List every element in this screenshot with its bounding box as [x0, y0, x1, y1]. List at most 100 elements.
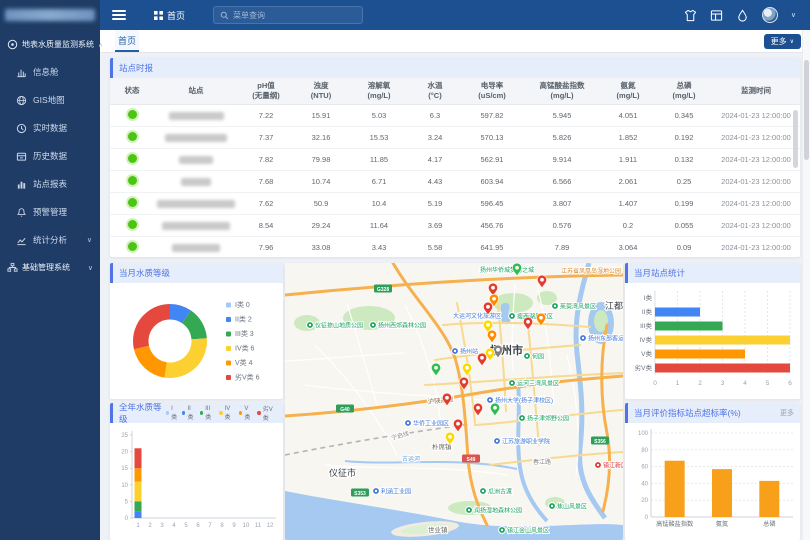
sidebar-item-0-4[interactable]: 站点报表	[0, 170, 100, 198]
donut-slice-IV类[interactable]	[164, 338, 207, 378]
monitor-time: 2024-01-23 12:00:00	[712, 215, 800, 237]
map-poi[interactable]: 镇江金山风景区	[499, 527, 549, 535]
status-dot-normal	[128, 198, 137, 207]
sidebar-item-0-6[interactable]: 统计分析∨	[0, 226, 100, 254]
map-poi[interactable]: 运河三湾风景区	[509, 380, 559, 388]
measurement-value: 7.82	[238, 149, 294, 171]
menu-toggle-icon[interactable]	[112, 10, 126, 20]
exceed-bar-氨氮[interactable]	[712, 469, 732, 517]
station-table: 状态站点pH值(无量纲)浊度(NTU)溶解氧(mg/L)水温(°C)电导率(uS…	[110, 78, 800, 257]
map-poi[interactable]: 镇江新区产业园区	[595, 462, 623, 470]
panel-more-link[interactable]: 更多	[780, 408, 794, 418]
map-poi[interactable]: 何园	[524, 353, 544, 361]
legend-label[interactable]: III类 3	[235, 329, 254, 338]
svg-text:3: 3	[160, 523, 164, 529]
legend-label[interactable]: IV类 6	[235, 344, 255, 353]
monitor-time: 2024-01-23 12:00:00	[712, 127, 800, 149]
caret-down-icon: ∨	[790, 38, 794, 45]
station-name-redacted	[165, 134, 227, 142]
stack-seg-V类[interactable]	[135, 468, 142, 481]
svg-text:1: 1	[136, 523, 140, 529]
donut-slice-V类[interactable]	[134, 346, 167, 378]
monitor-time: 2024-01-23 12:00:00	[712, 193, 800, 215]
map-poi[interactable]: 仪征捺山地质公园	[307, 322, 363, 330]
map-poi[interactable]: 润扬湿地森林公园	[466, 507, 522, 515]
stack-seg-III类[interactable]	[135, 501, 142, 511]
alert-icon	[16, 207, 27, 218]
column-header: 氨氮(mg/L)	[600, 78, 656, 105]
sidebar-group-1[interactable]: 基础管理系统∨	[0, 254, 100, 281]
table-row[interactable]: 7.3732.1615.533.24570.135.8261.8520.1922…	[110, 127, 800, 149]
station-name-redacted	[172, 244, 220, 252]
table-row[interactable]: 7.6810.746.714.43603.946.5662.0610.25202…	[110, 171, 800, 193]
sidebar-group-0[interactable]: 地表水质量监测系统∧	[0, 31, 100, 58]
tabbar: 首页	[100, 30, 810, 53]
svg-text:4: 4	[743, 380, 747, 387]
sidebar-item-0-1[interactable]: GIS地图	[0, 86, 100, 114]
measurement-value: 9.914	[524, 149, 600, 171]
layout-icon[interactable]	[710, 9, 723, 22]
svg-text:0: 0	[645, 515, 649, 521]
poi-label: 扬州大学(扬子津校区)	[495, 397, 553, 405]
stack-seg-劣V类[interactable]	[135, 448, 142, 468]
hbar-V类[interactable]	[655, 350, 745, 359]
table-scrollbar[interactable]	[793, 110, 798, 168]
svg-text:0: 0	[125, 516, 129, 522]
measurement-value: 3.807	[524, 193, 600, 215]
measurement-value: 1.407	[600, 193, 656, 215]
monthly-station-panel: 当月站点统计 0123456I类II类III类IV类V类劣V类	[625, 263, 800, 399]
stack-seg-II类[interactable]	[135, 511, 142, 518]
stack-seg-IV类[interactable]	[135, 481, 142, 501]
road-badge: S356	[591, 437, 609, 446]
legend-label[interactable]: 劣V类 6	[235, 373, 260, 382]
map-poi[interactable]: 扬州站	[452, 348, 478, 356]
legend-label[interactable]: V类 4	[235, 358, 253, 367]
search-input[interactable]	[233, 11, 343, 20]
hbar-II类[interactable]	[655, 308, 700, 317]
avatar[interactable]	[762, 7, 778, 23]
map-poi[interactable]: 扬州西郊森林公园	[370, 322, 426, 330]
hbar-IV类[interactable]	[655, 336, 790, 345]
exceed-bar-高锰酸盐指数[interactable]	[665, 461, 685, 517]
sidebar: 地表水质量监测系统∧信息舱GIS地图实时数据历史数据站点报表预警管理统计分析∨基…	[0, 0, 100, 540]
sidebar-item-0-0[interactable]: 信息舱	[0, 58, 100, 86]
measurement-value: 4.43	[410, 171, 460, 193]
city-map[interactable]: G328G40S49S353S356 仪征捺山地质公园扬州西郊森林公园瘦西湖风景…	[285, 263, 623, 540]
panel-title: 站点时报	[119, 62, 153, 74]
more-button[interactable]: 更多∨	[764, 34, 801, 49]
station-name-redacted	[162, 222, 230, 230]
legend-label[interactable]: II类 2	[235, 315, 252, 324]
table-row[interactable]: 7.6250.910.45.19596.453.8071.4070.199202…	[110, 193, 800, 215]
menu-search[interactable]	[213, 6, 363, 24]
sidebar-item-0-5[interactable]: 预警管理	[0, 198, 100, 226]
legend-label[interactable]: I类 0	[235, 300, 250, 309]
table-row[interactable]: 7.8279.9811.854.17562.919.9141.9110.1322…	[110, 149, 800, 171]
caret-down-icon[interactable]: ∨	[791, 11, 796, 19]
sidebar-item-0-3[interactable]: 历史数据	[0, 142, 100, 170]
measurement-value: 15.53	[348, 127, 410, 149]
donut-slice-劣V类[interactable]	[133, 304, 170, 349]
hbar-劣V类[interactable]	[655, 364, 790, 373]
map-poi[interactable]: 江苏旅游职业学院	[494, 438, 550, 446]
legend-swatch	[226, 303, 231, 308]
annual-grade-stacked-chart: 0510152025123456789101112	[110, 423, 283, 540]
monitor-time: 2024-01-23 12:00:00	[712, 149, 800, 171]
exceed-bar-总磷[interactable]	[759, 481, 779, 517]
measurement-value: 7.62	[238, 193, 294, 215]
svg-text:6: 6	[788, 380, 792, 387]
sidebar-item-0-2[interactable]: 实时数据	[0, 114, 100, 142]
map-poi[interactable]: 瓜洲古渡	[480, 488, 512, 496]
theme-icon[interactable]	[684, 9, 697, 22]
map-poi[interactable]: 扬子津郊野公园	[519, 415, 569, 423]
table-row[interactable]: 7.9633.083.435.58641.957.893.0640.092024…	[110, 237, 800, 257]
breadcrumb[interactable]: 首页	[154, 9, 185, 22]
page-scrollbar[interactable]	[802, 30, 810, 540]
tab-home[interactable]: 首页	[115, 30, 139, 52]
monthly-grade-donut-chart: I类 0 II类 2 III类 3 IV类 6 V类 4 劣V类 6	[110, 283, 283, 399]
panel-title: 当月评价指标站点超标率(%)	[634, 407, 741, 419]
column-header: 总磷(mg/L)	[656, 78, 712, 105]
hbar-III类[interactable]	[655, 322, 723, 331]
drop-icon[interactable]	[736, 9, 749, 22]
table-row[interactable]: 7.2215.915.036.3597.825.9454.0510.345202…	[110, 105, 800, 127]
table-row[interactable]: 8.5429.2411.643.69456.760.5760.20.055202…	[110, 215, 800, 237]
